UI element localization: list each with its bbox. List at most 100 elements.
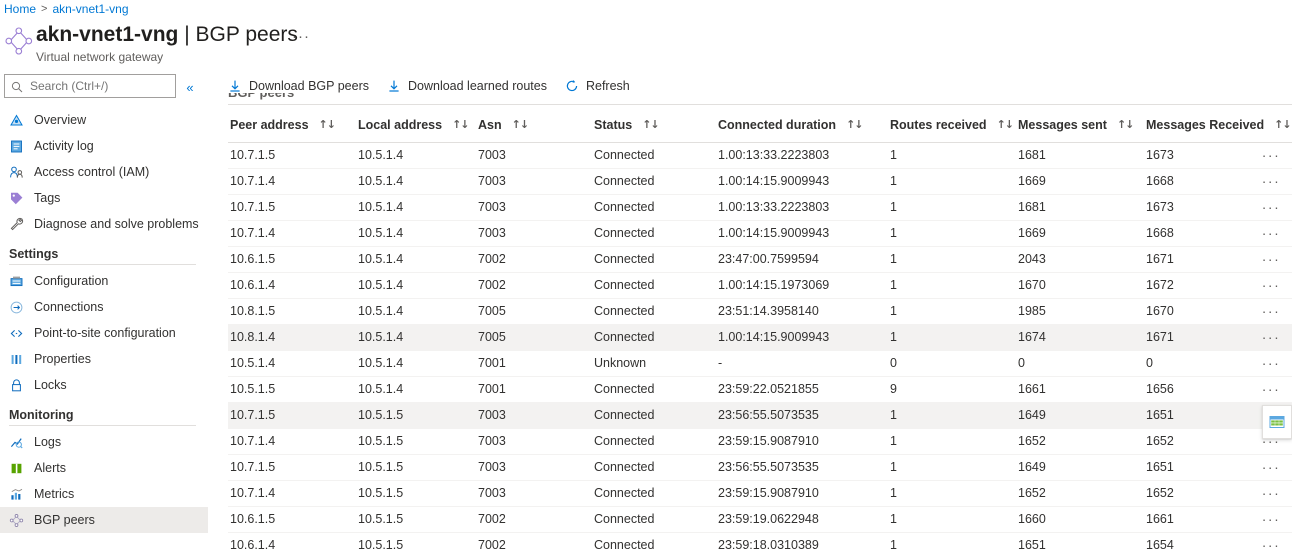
cell-local-address: 10.5.1.5	[356, 532, 476, 558]
table-row[interactable]: 10.7.1.5 10.5.1.5 7003 Connected 23:56:55.50…	[228, 402, 1292, 429]
table-row[interactable]: 10.7.1.4 10.5.1.4 7003 Connected 1.00:14:15.…	[228, 220, 1292, 247]
sort-toggle-icon[interactable]: ↑↓	[319, 118, 336, 131]
row-more-menu-button[interactable]: ···	[1258, 486, 1285, 500]
cell-status: Connected	[592, 142, 716, 169]
table-row[interactable]: 10.6.1.4 10.5.1.5 7002 Connected 23:59:18.03…	[228, 532, 1292, 558]
table-row[interactable]: 10.7.1.4 10.5.1.5 7003 Connected 23:59:15.90…	[228, 428, 1292, 455]
cell-routes-received: 1	[888, 272, 1016, 299]
sidebar-item-logs[interactable]: Logs	[0, 429, 208, 455]
page-more-menu-button[interactable]: ···	[292, 29, 310, 44]
sidebar-item-locks[interactable]: Locks	[0, 372, 208, 398]
activity-log-icon	[9, 139, 24, 154]
cell-peer-address: 10.7.1.5	[228, 454, 356, 481]
cell-asn: 7003	[476, 480, 592, 507]
sort-toggle-icon[interactable]: ↑↓	[1274, 118, 1291, 131]
page-title-resource: akn-vnet1-vng	[36, 23, 179, 46]
column-label[interactable]: Peer address	[230, 118, 309, 132]
table-row[interactable]: 10.7.1.4 10.5.1.5 7003 Connected 23:59:15.90…	[228, 480, 1292, 507]
sidebar-item-metrics[interactable]: Metrics	[0, 481, 208, 507]
export-to-csv-icon[interactable]	[1269, 414, 1285, 430]
row-more-menu-button[interactable]: ···	[1258, 460, 1285, 474]
cell-asn: 7002	[476, 532, 592, 558]
sidebar-item-overview[interactable]: Overview	[0, 107, 208, 133]
cell-messages-sent: 1669	[1016, 220, 1144, 247]
table-row[interactable]: 10.7.1.5 10.5.1.4 7003 Connected 1.00:13:33.…	[228, 194, 1292, 221]
sidebar-item-access-control[interactable]: Access control (IAM)	[0, 159, 208, 185]
sidebar-item-activity-log[interactable]: Activity log	[0, 133, 208, 159]
column-label[interactable]: Connected duration	[718, 118, 836, 132]
cell-peer-address: 10.8.1.5	[228, 298, 356, 325]
column-label[interactable]: Asn	[478, 118, 502, 132]
row-more-menu-button[interactable]: ···	[1258, 200, 1285, 214]
sidebar-item-configuration[interactable]: Configuration	[0, 268, 208, 294]
sidebar-item-tags[interactable]: Tags	[0, 185, 208, 211]
cell-asn: 7003	[476, 194, 592, 221]
chevron-double-left-icon[interactable]: «	[180, 77, 200, 97]
table-row[interactable]: 10.6.1.5 10.5.1.5 7002 Connected 23:59:19.06…	[228, 506, 1292, 533]
refresh-button[interactable]: Refresh	[565, 79, 630, 93]
cell-messages-received: 1671	[1144, 246, 1248, 273]
row-actions-cell: ···	[1248, 376, 1292, 403]
sort-toggle-icon[interactable]: ↑↓	[997, 118, 1014, 131]
row-more-menu-button[interactable]: ···	[1258, 330, 1285, 344]
table-row[interactable]: 10.5.1.4 10.5.1.4 7001 Unknown -0 0 0 ···	[228, 350, 1292, 377]
table-row[interactable]: 10.7.1.5 10.5.1.5 7003 Connected 23:56:55.50…	[228, 454, 1292, 481]
sidebar-item-properties[interactable]: Properties	[0, 346, 208, 372]
sort-toggle-icon[interactable]: ↑↓	[1117, 118, 1134, 131]
row-more-menu-button[interactable]: ···	[1258, 356, 1285, 370]
sidebar-item-connections[interactable]: Connections	[0, 294, 208, 320]
cell-status: Connected	[592, 454, 716, 481]
sidebar-item-alerts[interactable]: Alerts	[0, 455, 208, 481]
table-row[interactable]: 10.7.1.4 10.5.1.4 7003 Connected 1.00:14:15.…	[228, 168, 1292, 195]
breadcrumb-item-home[interactable]: Home	[4, 0, 36, 18]
cell-messages-received: 1656	[1144, 376, 1248, 403]
row-more-menu-button[interactable]: ···	[1258, 538, 1285, 552]
sidebar-item-diagnose-and-solve-problems[interactable]: Diagnose and solve problems	[0, 211, 208, 237]
table-row[interactable]: 10.5.1.5 10.5.1.4 7001 Connected 23:59:22.05…	[228, 376, 1292, 403]
table-row[interactable]: 10.6.1.4 10.5.1.4 7002 Connected 1.00:14:15.…	[228, 272, 1292, 299]
breadcrumb-item-resource[interactable]: akn-vnet1-vng	[52, 0, 128, 18]
cell-status: Connected	[592, 168, 716, 195]
row-more-menu-button[interactable]: ···	[1258, 304, 1285, 318]
row-more-menu-button[interactable]: ···	[1258, 226, 1285, 240]
sidebar-item-bgp-peers[interactable]: BGP peers	[0, 507, 208, 533]
table-row[interactable]: 10.6.1.5 10.5.1.4 7002 Connected 23:47:00.75…	[228, 246, 1292, 273]
table-row[interactable]: 10.8.1.5 10.5.1.4 7005 Connected 23:51:14.39…	[228, 298, 1292, 325]
cell-asn: 7003	[476, 428, 592, 455]
cell-status: Unknown	[592, 350, 716, 377]
column-label[interactable]: Messages Received	[1146, 118, 1264, 132]
sort-toggle-icon[interactable]: ↑↓	[846, 118, 863, 131]
row-more-menu-button[interactable]: ···	[1258, 512, 1285, 526]
table-row[interactable]: 10.8.1.4 10.5.1.4 7005 Connected 1.00:14:15.…	[228, 324, 1292, 351]
sidebar-nav: Overview Activity log Access control (IA…	[0, 107, 208, 533]
column-label[interactable]: Status	[594, 118, 632, 132]
row-more-menu-button[interactable]: ···	[1258, 382, 1285, 396]
row-more-menu-button[interactable]: ···	[1258, 252, 1285, 266]
cell-status: Connected	[592, 298, 716, 325]
page-title: akn-vnet1-vng | BGP peers	[36, 22, 298, 48]
search-input[interactable]	[28, 78, 176, 94]
cell-messages-received: 1651	[1144, 454, 1248, 481]
download-learned-routes-button[interactable]: Download learned routes	[387, 79, 547, 93]
download-bgp-peers-button[interactable]: Download BGP peers	[228, 79, 369, 93]
row-more-menu-button[interactable]: ···	[1258, 278, 1285, 292]
row-more-menu-button[interactable]: ···	[1258, 174, 1285, 188]
export-popup-panel[interactable]	[1262, 405, 1292, 439]
cell-connected-duration: 1.00:14:15.9009943	[716, 220, 888, 247]
virtual-network-gateway-icon	[4, 24, 34, 58]
cell-messages-received: 1661	[1144, 506, 1248, 533]
sidebar-item-point-to-site-configuration[interactable]: Point-to-site configuration	[0, 320, 208, 346]
sort-toggle-icon[interactable]: ↑↓	[642, 118, 659, 131]
column-label[interactable]: Routes received	[890, 118, 987, 132]
cell-routes-received: 1	[888, 168, 1016, 195]
column-label[interactable]: Local address	[358, 118, 442, 132]
sort-toggle-icon[interactable]: ↑↓	[512, 118, 529, 131]
column-label[interactable]: Messages sent	[1018, 118, 1107, 132]
cell-local-address: 10.5.1.4	[356, 168, 476, 195]
sort-toggle-icon[interactable]: ↑↓	[452, 118, 469, 131]
row-more-menu-button[interactable]: ···	[1258, 148, 1285, 162]
cell-asn: 7005	[476, 324, 592, 351]
search-box[interactable]	[4, 74, 176, 98]
table-row[interactable]: 10.7.1.5 10.5.1.4 7003 Connected 1.00:13:33.…	[228, 142, 1292, 169]
wrench-icon	[9, 217, 24, 232]
